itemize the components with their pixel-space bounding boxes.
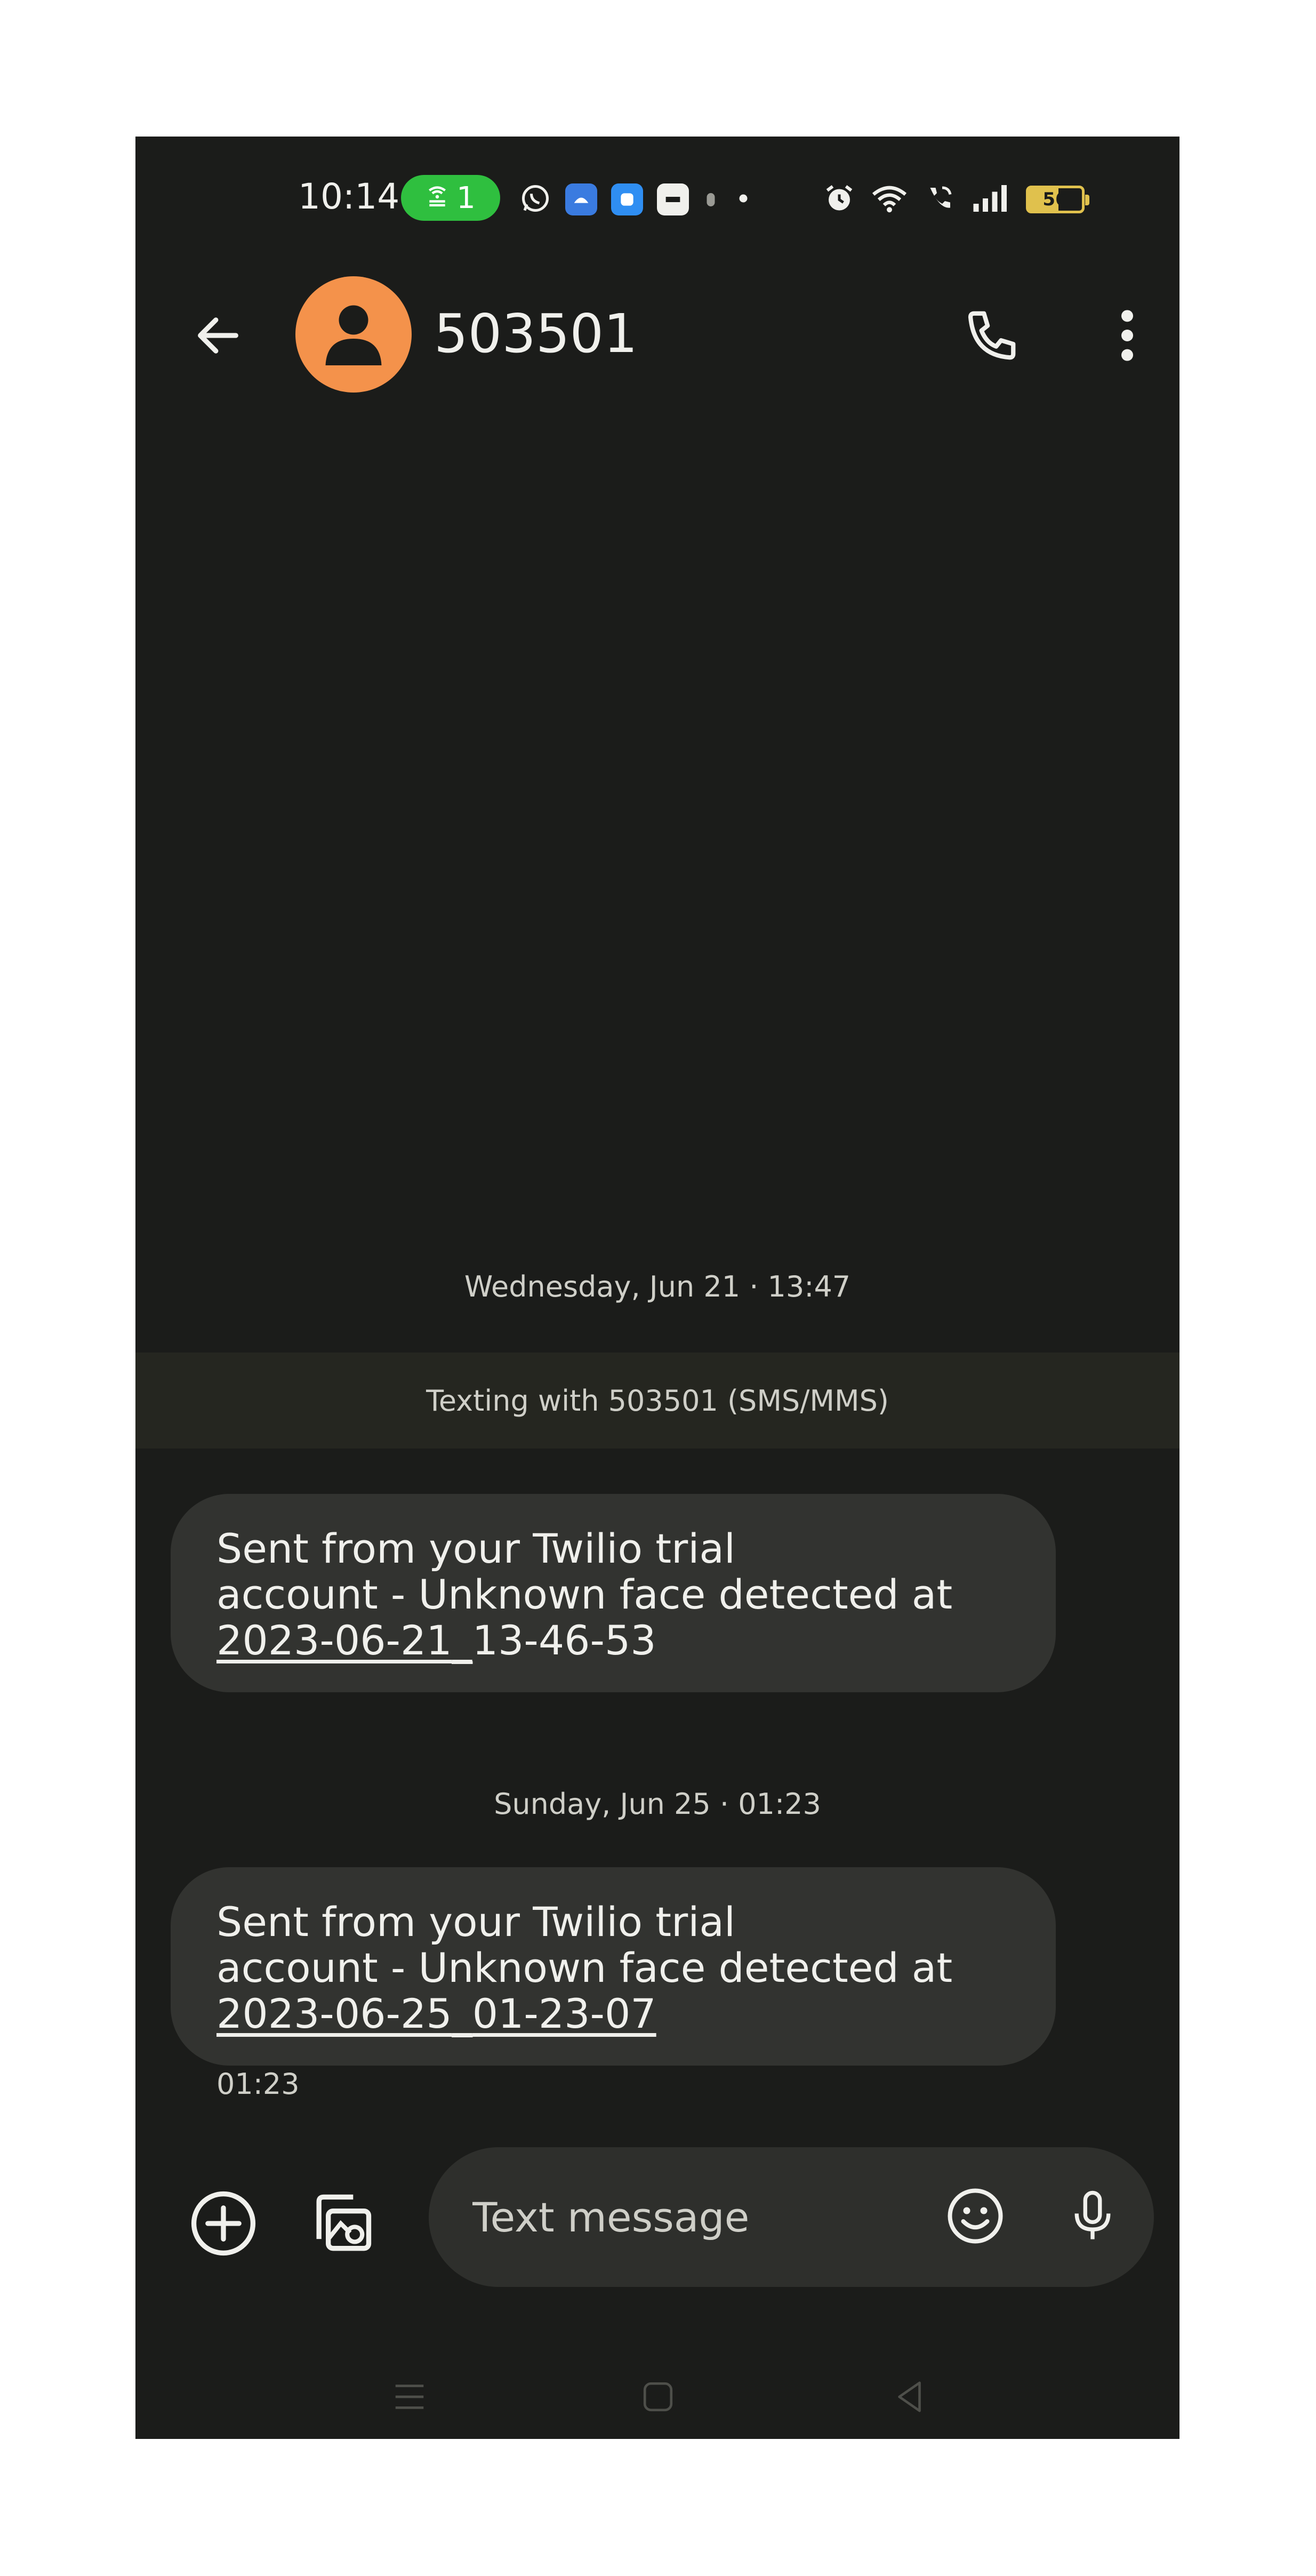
recents-button[interactable] [372, 2366, 447, 2430]
mic-icon [1063, 2184, 1122, 2250]
hotspot-count: 1 [456, 180, 476, 215]
texting-with-banner: Texting with 503501 (SMS/MMS) [135, 1353, 1179, 1449]
back-button[interactable] [183, 302, 253, 371]
date-separator: Wednesday, Jun 21 · 13:47 [464, 1270, 851, 1303]
time-text: 13-46-53 [472, 1617, 656, 1664]
voice-input-button[interactable] [1053, 2177, 1133, 2257]
back-icon [892, 2378, 929, 2418]
time-link[interactable]: 01-23-07 [472, 1990, 656, 2037]
app-icon [657, 183, 689, 215]
message-bubble[interactable]: Sent from your Twilio trial account - Un… [171, 1867, 1056, 2066]
emoji-button[interactable] [935, 2177, 1015, 2257]
contact-avatar[interactable] [295, 276, 412, 393]
dot-icon [733, 182, 754, 217]
status-time: 10:14 [298, 176, 400, 217]
system-icons: 56 [823, 173, 1089, 226]
message-line: Sent from your Twilio trial [216, 1525, 736, 1572]
menu-icon [391, 2378, 428, 2418]
battery-icon: 56 [1026, 186, 1089, 213]
call-button[interactable] [951, 297, 1031, 377]
app-icon [565, 183, 597, 215]
message-input[interactable] [471, 2182, 900, 2252]
small-app-icon [703, 182, 719, 217]
message-line: account - Unknown face detected at [216, 1944, 953, 1991]
message-timestamp: 01:23 [216, 2067, 300, 2101]
add-circle-icon [186, 2186, 261, 2263]
hotspot-icon [426, 181, 449, 215]
message-line: 2023-06-21_13-46-53 [216, 1618, 1010, 1663]
whatsapp-icon [519, 182, 551, 217]
message-bubble[interactable]: Sent from your Twilio trial account - Un… [171, 1494, 1056, 1692]
gallery-icon [303, 2186, 378, 2263]
home-button[interactable] [621, 2366, 695, 2430]
status-bar: 10:14 1 56 [135, 137, 1179, 221]
message-line: 2023-06-25_01-23-07 [216, 1991, 1010, 2037]
more-vert-icon [1117, 306, 1138, 367]
more-options-button[interactable] [1095, 297, 1159, 377]
signal-icon [970, 182, 1011, 217]
link-separator: _ [452, 1990, 472, 2037]
system-nav-bar [135, 2366, 1179, 2430]
back-arrow-icon [191, 309, 245, 364]
notification-icons [519, 173, 754, 226]
date-link[interactable]: 2023-06-25 [216, 1990, 452, 2037]
alarm-icon [823, 182, 855, 217]
phone-screen: 10:14 1 56 503501 Wednesday, Jun 21 · 13… [135, 137, 1179, 2439]
person-icon [322, 299, 386, 370]
phone-icon [962, 306, 1021, 367]
emoji-icon [943, 2184, 1007, 2250]
nav-back-button[interactable] [873, 2366, 948, 2430]
contact-name[interactable]: 503501 [434, 307, 638, 361]
wifi-calling-icon [924, 182, 956, 217]
hotspot-pill: 1 [401, 175, 500, 221]
date-link[interactable]: 2023-06-21 [216, 1617, 452, 1664]
compose-bar [429, 2147, 1154, 2287]
message-line: Sent from your Twilio trial [216, 1898, 736, 1946]
battery-level: 56 [1042, 189, 1068, 210]
add-attachment-button[interactable] [183, 2185, 263, 2265]
home-icon [639, 2378, 677, 2418]
wifi-icon [870, 182, 909, 217]
gallery-button[interactable] [301, 2185, 381, 2265]
message-line: account - Unknown face detected at [216, 1571, 953, 1618]
date-separator: Sunday, Jun 25 · 01:23 [494, 1787, 821, 1821]
link-separator: _ [452, 1617, 472, 1664]
app-icon [611, 183, 643, 215]
